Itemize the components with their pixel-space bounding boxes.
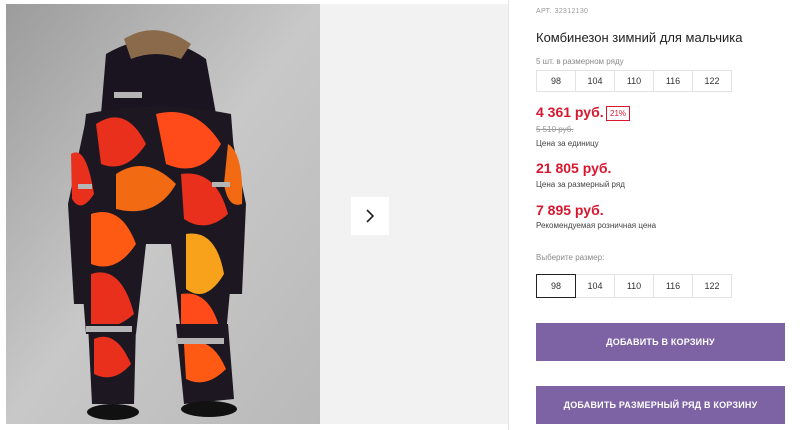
unit-price: 4 361 руб.: [536, 104, 604, 120]
size-option-110[interactable]: 110: [614, 274, 654, 298]
add-to-cart-button[interactable]: ДОБАВИТЬ В КОРЗИНУ: [536, 323, 785, 361]
size-option-104[interactable]: 104: [575, 274, 615, 298]
chevron-right-icon: [366, 209, 375, 223]
retail-price: 7 895 руб.: [536, 202, 604, 218]
unit-price-note: Цена за единицу: [536, 139, 599, 148]
range-size-98: 98: [536, 70, 576, 92]
range-price-note: Цена за размерный ряд: [536, 180, 625, 189]
range-size-116: 116: [653, 70, 693, 92]
size-picker: 98 104 110 116 122: [536, 274, 732, 298]
size-option-98[interactable]: 98: [536, 274, 576, 298]
product-photo: [6, 4, 320, 424]
snowsuit-image: [6, 4, 320, 424]
size-option-122[interactable]: 122: [692, 274, 732, 298]
range-sizes: 98 104 110 116 122: [536, 70, 741, 92]
range-count-label: 5 шт. в размерном ряду: [536, 57, 624, 66]
discount-badge: 21%: [606, 106, 631, 121]
old-price: 5 510 руб.: [536, 125, 574, 134]
next-image-button[interactable]: [351, 197, 389, 235]
size-option-116[interactable]: 116: [653, 274, 693, 298]
retail-price-note: Рекомендуемая розничная цена: [536, 221, 657, 230]
range-size-104: 104: [575, 70, 615, 92]
article-value: 32312130: [554, 8, 589, 15]
range-size-122: 122: [692, 70, 732, 92]
article-label: АРТ.: [536, 8, 552, 15]
range-size-110: 110: [614, 70, 654, 92]
choose-size-label: Выберите размер:: [536, 253, 605, 262]
add-range-to-cart-button[interactable]: ДОБАВИТЬ РАЗМЕРНЫЙ РЯД В КОРЗИНУ: [536, 386, 785, 424]
article-number: АРТ. 32312130: [536, 8, 591, 15]
column-divider: [508, 0, 509, 430]
range-price: 21 805 руб.: [536, 160, 612, 176]
product-title: Комбинезон зимний для мальчика: [536, 30, 743, 45]
product-gallery: [6, 4, 508, 424]
